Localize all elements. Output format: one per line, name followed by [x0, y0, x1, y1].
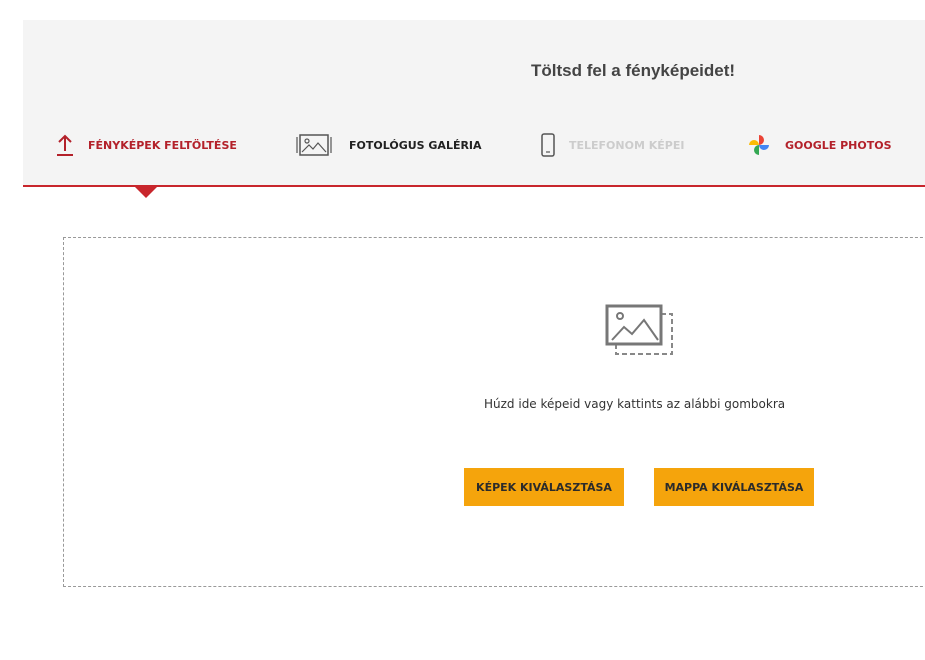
gallery-icon: [296, 133, 332, 157]
photo-drop-zone[interactable]: [63, 237, 925, 587]
tab-fotologus-gallery[interactable]: FOTOLÓGUS GALÉRIA: [296, 132, 482, 158]
tab-my-phone-photos-label: TELEFONOM KÉPEI: [569, 138, 685, 152]
tab-upload-photos[interactable]: FÉNYKÉPEK FELTÖLTÉSE: [55, 132, 237, 158]
phone-icon: [541, 133, 555, 157]
active-tab-indicator: [134, 186, 158, 198]
select-images-button[interactable]: KÉPEK KIVÁLASZTÁSA: [464, 468, 624, 506]
upload-icon: [55, 133, 75, 157]
tab-google-photos-label: GOOGLE PHOTOS: [785, 138, 892, 152]
tab-google-photos[interactable]: GOOGLE PHOTOS: [747, 132, 892, 158]
upload-header: Töltsd fel a fényképeidet! FÉNYKÉPEK FEL…: [23, 20, 925, 187]
drop-instruction: Húzd ide képeid vagy kattints az alábbi …: [484, 397, 786, 411]
select-folder-button[interactable]: MAPPA KIVÁLASZTÁSA: [654, 468, 814, 506]
google-photos-icon: [747, 133, 771, 157]
tab-upload-photos-label: FÉNYKÉPEK FELTÖLTÉSE: [88, 138, 237, 152]
tab-fotologus-gallery-label: FOTOLÓGUS GALÉRIA: [349, 138, 482, 152]
image-placeholder-icon: [604, 302, 674, 360]
tab-my-phone-photos[interactable]: TELEFONOM KÉPEI: [541, 132, 684, 158]
page-title: Töltsd fel a fényképeidet!: [531, 61, 736, 80]
